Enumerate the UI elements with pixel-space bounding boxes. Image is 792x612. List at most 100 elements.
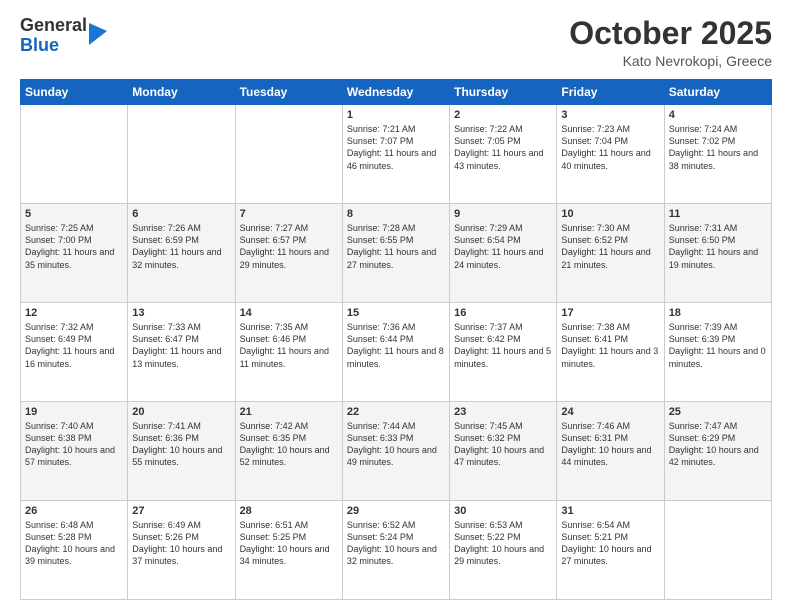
- day-info: Sunrise: 7:32 AMSunset: 6:49 PMDaylight:…: [25, 321, 123, 370]
- sunrise-text: Sunrise: 7:40 AM: [25, 420, 123, 432]
- day-cell: 28Sunrise: 6:51 AMSunset: 5:25 PMDayligh…: [235, 501, 342, 600]
- day-number: 25: [669, 406, 767, 418]
- calendar-table: Sunday Monday Tuesday Wednesday Thursday…: [20, 79, 772, 600]
- day-cell: 14 Sunrise: 7:35 AMSunset: 6:46 PMDayligh…: [235, 303, 342, 402]
- day-info: Sunrise: 7:27 AMSunset: 6:57 PMDaylight:…: [240, 222, 338, 271]
- logo-icon: [89, 23, 107, 45]
- day-info: Sunrise: 6:53 AMSunset: 5:22 PMDaylight:…: [454, 519, 552, 568]
- sunset-text: Sunset: 6:39 PM: [669, 333, 767, 345]
- sunrise-text: Sunrise: 6:53 AM: [454, 519, 552, 531]
- day-cell: 29 Sunrise: 6:52 AMSunset: 5:24 PMDayligh…: [342, 501, 449, 600]
- day-number: 29: [347, 505, 445, 517]
- day-info: Sunrise: 6:52 AMSunset: 5:24 PMDaylight:…: [347, 519, 445, 568]
- daylight-text: Daylight: 10 hours and 55 minutes.: [132, 444, 230, 468]
- day-info: Sunrise: 7:26 AMSunset: 6:59 PMDaylight:…: [132, 222, 230, 271]
- week-row-4: 19Sunrise: 7:40 AMSunset: 6:38 PMDayligh…: [21, 402, 772, 501]
- sunset-text: Sunset: 6:44 PM: [347, 333, 445, 345]
- day-info: Sunrise: 7:36 AMSunset: 6:44 PMDaylight:…: [347, 321, 445, 370]
- day-number: 2: [454, 109, 552, 121]
- daylight-text: Daylight: 11 hours and 16 minutes.: [25, 345, 123, 369]
- logo-blue: Blue: [20, 36, 87, 56]
- day-cell: 11Sunrise: 7:31 AMSunset: 6:50 PMDayligh…: [664, 204, 771, 303]
- sunset-text: Sunset: 6:50 PM: [669, 234, 767, 246]
- day-number: 18: [669, 307, 767, 319]
- day-number: 6: [132, 208, 230, 220]
- day-info: Sunrise: 6:48 AMSunset: 5:28 PMDaylight:…: [25, 519, 123, 568]
- day-info: Sunrise: 7:39 AMSunset: 6:39 PMDaylight:…: [669, 321, 767, 370]
- sunrise-text: Sunrise: 6:51 AM: [240, 519, 338, 531]
- day-number: 12: [25, 307, 123, 319]
- sunrise-text: Sunrise: 7:31 AM: [669, 222, 767, 234]
- daylight-text: Daylight: 11 hours and 27 minutes.: [347, 246, 445, 270]
- day-info: Sunrise: 7:28 AMSunset: 6:55 PMDaylight:…: [347, 222, 445, 271]
- daylight-text: Daylight: 11 hours and 11 minutes.: [240, 345, 338, 369]
- day-number: 14: [240, 307, 338, 319]
- day-info: Sunrise: 7:42 AMSunset: 6:35 PMDaylight:…: [240, 420, 338, 469]
- day-number: 1: [347, 109, 445, 121]
- day-info: Sunrise: 7:41 AMSunset: 6:36 PMDaylight:…: [132, 420, 230, 469]
- day-number: 19: [25, 406, 123, 418]
- day-info: Sunrise: 7:33 AMSunset: 6:47 PMDaylight:…: [132, 321, 230, 370]
- daylight-text: Daylight: 11 hours and 0 minutes.: [669, 345, 767, 369]
- week-row-2: 5Sunrise: 7:25 AMSunset: 7:00 PMDaylight…: [21, 204, 772, 303]
- day-number: 22: [347, 406, 445, 418]
- sunset-text: Sunset: 6:33 PM: [347, 432, 445, 444]
- day-number: 13: [132, 307, 230, 319]
- daylight-text: Daylight: 10 hours and 34 minutes.: [240, 543, 338, 567]
- sunset-text: Sunset: 7:07 PM: [347, 135, 445, 147]
- sunset-text: Sunset: 5:25 PM: [240, 531, 338, 543]
- day-cell: 6 Sunrise: 7:26 AMSunset: 6:59 PMDaylight…: [128, 204, 235, 303]
- daylight-text: Daylight: 11 hours and 13 minutes.: [132, 345, 230, 369]
- day-number: 8: [347, 208, 445, 220]
- day-cell: 30Sunrise: 6:53 AMSunset: 5:22 PMDayligh…: [450, 501, 557, 600]
- col-sunday: Sunday: [21, 80, 128, 105]
- daylight-text: Daylight: 10 hours and 32 minutes.: [347, 543, 445, 567]
- day-cell: 1 Sunrise: 7:21 AMSunset: 7:07 PMDaylight…: [342, 105, 449, 204]
- day-cell: 24Sunrise: 7:46 AMSunset: 6:31 PMDayligh…: [557, 402, 664, 501]
- day-cell: 15Sunrise: 7:36 AMSunset: 6:44 PMDayligh…: [342, 303, 449, 402]
- sunrise-text: Sunrise: 7:47 AM: [669, 420, 767, 432]
- day-info: Sunrise: 7:21 AMSunset: 7:07 PMDaylight:…: [347, 123, 445, 172]
- sunrise-text: Sunrise: 7:24 AM: [669, 123, 767, 135]
- day-cell: 31Sunrise: 6:54 AMSunset: 5:21 PMDayligh…: [557, 501, 664, 600]
- col-saturday: Saturday: [664, 80, 771, 105]
- day-number: 27: [132, 505, 230, 517]
- sunrise-text: Sunrise: 7:38 AM: [561, 321, 659, 333]
- day-cell: [21, 105, 128, 204]
- day-cell: [664, 501, 771, 600]
- day-cell: 22Sunrise: 7:44 AMSunset: 6:33 PMDayligh…: [342, 402, 449, 501]
- day-cell: 12 Sunrise: 7:32 AMSunset: 6:49 PMDayligh…: [21, 303, 128, 402]
- sunset-text: Sunset: 6:52 PM: [561, 234, 659, 246]
- sunset-text: Sunset: 7:00 PM: [25, 234, 123, 246]
- day-number: 21: [240, 406, 338, 418]
- day-info: Sunrise: 6:51 AMSunset: 5:25 PMDaylight:…: [240, 519, 338, 568]
- day-number: 11: [669, 208, 767, 220]
- day-info: Sunrise: 7:30 AMSunset: 6:52 PMDaylight:…: [561, 222, 659, 271]
- sunset-text: Sunset: 6:49 PM: [25, 333, 123, 345]
- logo-general: General: [20, 16, 87, 36]
- daylight-text: Daylight: 10 hours and 29 minutes.: [454, 543, 552, 567]
- sunrise-text: Sunrise: 7:30 AM: [561, 222, 659, 234]
- daylight-text: Daylight: 10 hours and 27 minutes.: [561, 543, 659, 567]
- day-cell: 21 Sunrise: 7:42 AMSunset: 6:35 PMDayligh…: [235, 402, 342, 501]
- sunrise-text: Sunrise: 7:37 AM: [454, 321, 552, 333]
- title-block: October 2025 Kato Nevrokopi, Greece: [569, 16, 772, 69]
- daylight-text: Daylight: 11 hours and 5 minutes.: [454, 345, 552, 369]
- day-number: 3: [561, 109, 659, 121]
- sunset-text: Sunset: 6:46 PM: [240, 333, 338, 345]
- sunrise-text: Sunrise: 7:35 AM: [240, 321, 338, 333]
- sunset-text: Sunset: 6:55 PM: [347, 234, 445, 246]
- sunrise-text: Sunrise: 7:46 AM: [561, 420, 659, 432]
- sunrise-text: Sunrise: 7:29 AM: [454, 222, 552, 234]
- header: General Blue October 2025 Kato Nevrokopi…: [20, 16, 772, 69]
- sunset-text: Sunset: 6:41 PM: [561, 333, 659, 345]
- sunrise-text: Sunrise: 7:36 AM: [347, 321, 445, 333]
- day-info: Sunrise: 7:46 AMSunset: 6:31 PMDaylight:…: [561, 420, 659, 469]
- week-row-1: 1 Sunrise: 7:21 AMSunset: 7:07 PMDaylight…: [21, 105, 772, 204]
- day-number: 23: [454, 406, 552, 418]
- daylight-text: Daylight: 11 hours and 40 minutes.: [561, 147, 659, 171]
- logo: General Blue: [20, 16, 107, 56]
- sunset-text: Sunset: 6:35 PM: [240, 432, 338, 444]
- sunset-text: Sunset: 6:42 PM: [454, 333, 552, 345]
- daylight-text: Daylight: 11 hours and 35 minutes.: [25, 246, 123, 270]
